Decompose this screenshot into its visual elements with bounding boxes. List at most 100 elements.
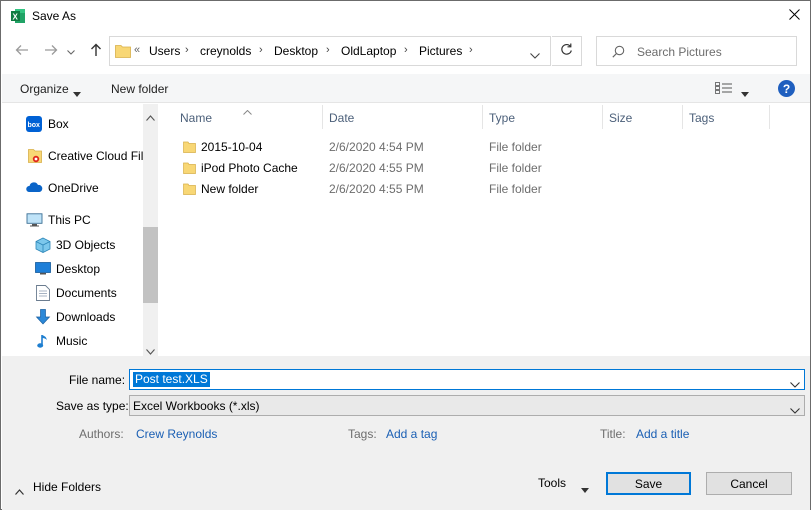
svg-text:box: box: [28, 122, 41, 129]
sidebar-item-label: OneDrive: [48, 181, 99, 195]
tools-dropdown-icon[interactable]: [581, 482, 589, 496]
file-date: 2/6/2020 4:55 PM: [329, 161, 424, 175]
arrow-right-icon: [44, 44, 58, 59]
chevron-right-icon[interactable]: ›: [185, 44, 189, 56]
save-as-dialog: X Save As « Users › creynolds › Desktop …: [0, 0, 811, 510]
sidebar-item-label: Box: [48, 117, 69, 131]
this-pc-icon: [26, 213, 43, 229]
address-dropdown-icon[interactable]: [530, 48, 540, 62]
cancel-button[interactable]: Cancel: [706, 472, 792, 495]
column-header-type[interactable]: Type: [489, 111, 515, 125]
refresh-button[interactable]: [552, 36, 582, 66]
chevron-down-icon[interactable]: [790, 403, 800, 417]
toolbar: Organize New folder ?: [2, 74, 810, 103]
file-date: 2/6/2020 4:54 PM: [329, 140, 424, 154]
excel-icon: X: [10, 8, 26, 24]
sidebar-item-label: This PC: [48, 213, 91, 227]
creative-cloud-icon: [27, 148, 43, 164]
column-divider[interactable]: [769, 105, 770, 129]
svg-text:X: X: [13, 13, 19, 22]
add-tag-link[interactable]: Add a tag: [386, 427, 437, 441]
close-button[interactable]: [780, 3, 808, 29]
title-bar: X Save As: [1, 1, 810, 32]
folder-icon: [183, 162, 196, 174]
breadcrumb-overflow[interactable]: «: [134, 44, 140, 56]
sidebar-item-this-pc[interactable]: This PC: [2, 210, 143, 232]
tools-button[interactable]: Tools: [538, 476, 566, 490]
chevron-down-icon[interactable]: [790, 377, 800, 391]
file-name-field[interactable]: Post test.XLS: [129, 369, 805, 390]
view-dropdown-icon[interactable]: [741, 86, 749, 100]
chevron-right-icon[interactable]: ›: [469, 44, 473, 56]
sidebar-item-3d-objects[interactable]: 3D Objects: [2, 234, 143, 256]
save-button[interactable]: Save: [606, 472, 691, 495]
authors-value[interactable]: Crew Reynolds: [136, 427, 217, 441]
sidebar-item-onedrive[interactable]: OneDrive: [2, 178, 143, 200]
save-as-type-label: Save as type:: [56, 399, 129, 413]
organize-dropdown-icon[interactable]: [73, 86, 81, 100]
breadcrumb-creynolds[interactable]: creynolds: [200, 44, 251, 58]
column-divider[interactable]: [602, 105, 603, 129]
chevron-down-icon: [67, 44, 75, 58]
file-name-value: Post test.XLS: [133, 372, 210, 387]
sidebar-item-box[interactable]: box Box: [2, 114, 143, 136]
sidebar-item-label: Documents: [56, 286, 117, 300]
title-label: Title:: [600, 427, 626, 441]
breadcrumb-users[interactable]: Users: [149, 44, 180, 58]
chevron-right-icon[interactable]: ›: [326, 44, 330, 56]
column-divider[interactable]: [682, 105, 683, 129]
help-button[interactable]: ?: [778, 80, 795, 97]
search-placeholder[interactable]: Search Pictures: [637, 45, 722, 59]
breadcrumb-desktop[interactable]: Desktop: [274, 44, 318, 58]
search-icon: [612, 45, 625, 61]
column-header-name[interactable]: Name: [180, 111, 212, 125]
file-type: File folder: [489, 140, 542, 154]
navigation-scrollbar-thumb[interactable]: [143, 227, 158, 303]
column-divider[interactable]: [322, 105, 323, 129]
new-folder-button[interactable]: New folder: [111, 82, 168, 96]
arrow-up-icon: [90, 43, 102, 60]
sidebar-item-downloads[interactable]: Downloads: [2, 306, 143, 328]
sidebar-item-creative-cloud[interactable]: Creative Cloud Fil: [2, 146, 143, 168]
table-row[interactable]: iPod Photo Cache 2/6/2020 4:55 PM File f…: [173, 159, 623, 179]
search-box[interactable]: Search Pictures: [596, 36, 797, 66]
save-as-type-value: Excel Workbooks (*.xls): [133, 399, 260, 413]
sidebar-item-desktop[interactable]: Desktop: [2, 258, 143, 280]
sidebar-item-music[interactable]: Music: [2, 330, 143, 352]
breadcrumb-oldlaptop[interactable]: OldLaptop: [341, 44, 396, 58]
organize-button[interactable]: Organize: [20, 82, 69, 96]
breadcrumb-pictures[interactable]: Pictures: [419, 44, 462, 58]
sidebar-item-label: 3D Objects: [56, 238, 116, 252]
table-row[interactable]: 2015-10-04 2/6/2020 4:54 PM File folder: [173, 138, 623, 158]
up-button[interactable]: [85, 38, 107, 64]
file-name: 2015-10-04: [201, 140, 263, 154]
address-bar[interactable]: « Users › creynolds › Desktop › OldLapto…: [109, 36, 551, 66]
hide-folders-label: Hide Folders: [33, 480, 102, 494]
column-header-date[interactable]: Date: [329, 111, 354, 125]
table-row[interactable]: New folder 2/6/2020 4:55 PM File folder: [173, 180, 623, 200]
sidebar-item-documents[interactable]: Documents: [2, 282, 143, 304]
onedrive-icon: [26, 181, 43, 197]
refresh-icon: [560, 43, 573, 59]
sidebar-item-label: Music: [56, 334, 88, 348]
back-button[interactable]: [11, 38, 33, 64]
recent-locations-button[interactable]: [64, 38, 78, 64]
column-header-tags[interactable]: Tags: [689, 111, 714, 125]
hide-folders-button[interactable]: Hide Folders: [13, 479, 109, 497]
save-as-type-select[interactable]: Excel Workbooks (*.xls): [129, 395, 805, 416]
sidebar-item-label: Desktop: [56, 262, 101, 276]
view-options-icon[interactable]: [715, 82, 733, 97]
tags-label: Tags:: [348, 427, 377, 441]
file-name: New folder: [201, 182, 259, 196]
column-header-size[interactable]: Size: [609, 111, 632, 125]
column-divider[interactable]: [482, 105, 483, 129]
chevron-right-icon[interactable]: ›: [404, 44, 408, 56]
add-title-link[interactable]: Add a title: [636, 427, 689, 441]
chevron-right-icon[interactable]: ›: [259, 44, 263, 56]
file-type: File folder: [489, 182, 542, 196]
forward-button[interactable]: [40, 38, 62, 64]
sidebar-item-label: Downloads: [56, 310, 116, 324]
sidebar-item-label: Creative Cloud Fil: [48, 149, 144, 163]
scroll-up-icon[interactable]: [146, 110, 155, 124]
3d-objects-icon: [35, 237, 51, 253]
